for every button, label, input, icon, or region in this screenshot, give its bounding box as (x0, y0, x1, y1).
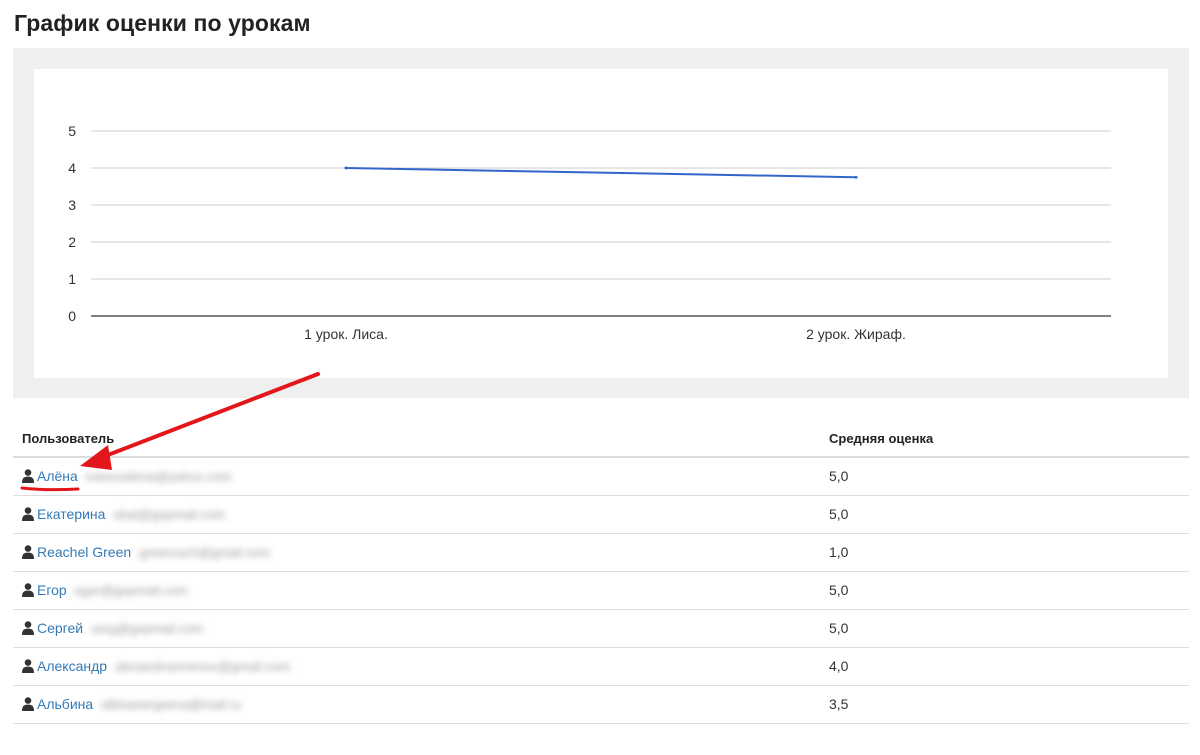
user-name-link[interactable]: Альбина (37, 696, 93, 712)
y-tick-label: 5 (68, 123, 76, 139)
user-name-link[interactable]: Егор (37, 582, 67, 598)
user-icon (22, 583, 34, 597)
table-row: Альбина albinasergeeva@mail.ru 3,5 (13, 686, 1189, 724)
header-user[interactable]: Пользователь (22, 431, 114, 446)
user-name-link[interactable]: Reachel Green (37, 544, 131, 560)
table-header: Пользователь Средняя оценка (13, 420, 1189, 458)
user-cell: Алёна ivanovalena@yahoo.com (22, 468, 232, 484)
table-row: Reachel Green greenrach@gmail.com 1,0 (13, 534, 1189, 572)
user-email: alexandrsemenov@gmail.com (115, 658, 291, 674)
user-email: egor@gopmail.com (74, 582, 188, 598)
y-tick-label: 0 (68, 308, 76, 324)
data-point[interactable] (344, 166, 348, 170)
table-body: Алёна ivanovalena@yahoo.com 5,0 Екатерина ek… (13, 458, 1189, 724)
x-tick-label: 2 урок. Жираф. (806, 326, 906, 342)
chart-card: 0 1 2 3 4 5 1 урок. Лиса. 2 урок. Жираф. (34, 69, 1168, 378)
user-cell: Reachel Green greenrach@gmail.com (22, 544, 270, 560)
y-tick-label: 3 (68, 197, 76, 213)
average-score: 4,0 (829, 658, 849, 674)
user-cell: Екатерина ekat@gopmail.com (22, 506, 225, 522)
user-icon (22, 621, 34, 635)
average-score: 5,0 (829, 582, 849, 598)
user-icon (22, 659, 34, 673)
average-score: 3,5 (829, 696, 849, 712)
user-email: greenrach@gmail.com (139, 544, 271, 560)
user-name-link[interactable]: Сергей (37, 620, 83, 636)
average-score: 5,0 (829, 620, 849, 636)
user-cell: Альбина albinasergeeva@mail.ru (22, 696, 242, 712)
user-email: ivanovalena@yahoo.com (85, 468, 232, 484)
user-icon (22, 469, 34, 483)
header-average-score[interactable]: Средняя оценка (829, 431, 933, 446)
user-icon (22, 697, 34, 711)
y-tick-label: 1 (68, 271, 76, 287)
user-cell: Егор egor@gopmail.com (22, 582, 188, 598)
table-row: Алёна ivanovalena@yahoo.com 5,0 (13, 458, 1189, 496)
user-cell: Сергей serg@gopmail.com (22, 620, 203, 636)
user-name-link[interactable]: Алёна (37, 468, 78, 484)
table-row: Екатерина ekat@gopmail.com 5,0 (13, 496, 1189, 534)
table-row: Александр alexandrsemenov@gmail.com 4,0 (13, 648, 1189, 686)
user-email: serg@gopmail.com (91, 620, 204, 636)
user-cell: Александр alexandrsemenov@gmail.com (22, 658, 290, 674)
user-icon (22, 545, 34, 559)
average-score: 5,0 (829, 506, 849, 522)
series-line (345, 167, 857, 179)
user-email: albinasergeeva@mail.ru (101, 696, 242, 712)
user-icon (22, 507, 34, 521)
user-name-link[interactable]: Александр (37, 658, 107, 674)
average-score: 1,0 (829, 544, 849, 560)
user-name-link[interactable]: Екатерина (37, 506, 105, 522)
users-table: Пользователь Средняя оценка Алёна ivanova… (13, 420, 1189, 724)
data-point[interactable] (854, 175, 858, 179)
page-title: График оценки по урокам (14, 10, 311, 36)
chart-panel: 0 1 2 3 4 5 1 урок. Лиса. 2 урок. Жираф. (13, 48, 1189, 398)
y-tick-label: 4 (68, 160, 76, 176)
line-chart: 0 1 2 3 4 5 1 урок. Лиса. 2 урок. Жираф. (68, 123, 1111, 342)
user-email: ekat@gopmail.com (113, 506, 225, 522)
table-row: Егор egor@gopmail.com 5,0 (13, 572, 1189, 610)
y-tick-label: 2 (68, 234, 76, 250)
x-tick-label: 1 урок. Лиса. (304, 326, 388, 342)
average-score: 5,0 (829, 468, 849, 484)
table-row: Сергей serg@gopmail.com 5,0 (13, 610, 1189, 648)
